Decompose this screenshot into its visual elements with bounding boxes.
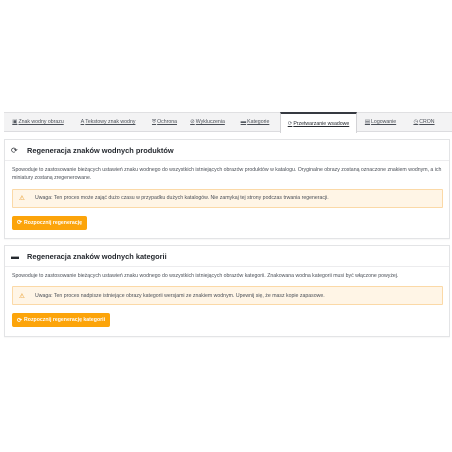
tab-logging[interactable]: ▤ Logowanie [357,113,404,131]
list-icon: ▤ [364,119,371,125]
categories-regeneration-panel: ▬ Regeneracja znaków wodnych kategorii S… [4,245,450,337]
tab-protection[interactable]: ⛨ Ochrona [144,113,185,131]
refresh-icon: ⟳ [11,145,18,155]
button-label: Rozpocznij regenerację kategorii [24,317,106,324]
clock-icon: ◷ [413,119,419,125]
warning-alert: ⚠ Uwaga: Ten proces może zająć dużo czas… [12,188,443,208]
tab-image-watermark[interactable]: ▣ Znak wodny obrazu [4,113,72,131]
tab-label: Tekstowy znak wodny [85,119,136,125]
tab-text-watermark[interactable]: A Tekstowy znak wodny [72,113,144,131]
refresh-icon: ⟳ [287,120,293,127]
products-regeneration-panel: ⟳ Regeneracja znaków wodnych produktów S… [4,139,450,239]
panel-heading: ⟳ Regeneracja znaków wodnych produktów [5,140,449,161]
tab-label: CRON [419,119,435,125]
start-regeneration-button[interactable]: ⟳ Rozpocznij regenerację [12,215,87,230]
tab-batch-processing[interactable]: ⟳ Przetwarzanie wsadowe [280,112,357,133]
image-icon: ▣ [12,119,18,125]
refresh-icon: ⟳ [17,220,23,227]
folder-icon: ▬ [240,119,247,125]
warning-alert: ⚠ Uwaga: Ten proces nadpisze istniejące … [12,286,443,306]
warning-text: Uwaga: Ten proces może zająć dużo czasu … [35,195,329,202]
tab-label: Ochrona [157,119,178,125]
tab-bar: ▣ Znak wodny obrazu A Tekstowy znak wodn… [4,112,452,133]
tab-label: Wykluczenia [195,119,225,125]
warning-icon: ⚠ [19,195,25,203]
button-label: Rozpocznij regenerację [24,219,82,226]
panel-title: Regeneracja znaków wodnych kategorii [27,251,167,261]
panel-title: Regeneracja znaków wodnych produktów [27,145,174,155]
tab-label: Logowanie [371,119,397,125]
refresh-icon: ⟳ [17,317,23,324]
folder-icon: ▬ [11,251,19,261]
panel-description: Spowoduje to zastosowanie bieżących usta… [12,273,399,279]
panel-heading: ▬ Regeneracja znaków wodnych kategorii [5,246,449,267]
tab-label: Kategorie [247,119,270,125]
tab-label: Przetwarzanie wsadowe [293,120,350,127]
ban-icon: ⊘ [190,119,195,125]
warning-icon: ⚠ [19,292,25,300]
panel-description: Spowoduje to zastosowanie bieżących usta… [12,167,442,182]
tab-exclusions[interactable]: ⊘ Wykluczenia [185,113,230,131]
warning-text: Uwaga: Ten proces nadpisze istniejące ob… [35,292,325,299]
start-category-regeneration-button[interactable]: ⟳ Rozpocznij regenerację kategorii [12,313,111,328]
tab-label: Znak wodny obrazu [18,119,64,125]
font-icon: A [80,119,85,125]
tab-categories[interactable]: ▬ Kategorie [230,113,280,131]
tab-cron[interactable]: ◷ CRON [404,113,444,131]
shield-icon: ⛨ [151,118,157,125]
